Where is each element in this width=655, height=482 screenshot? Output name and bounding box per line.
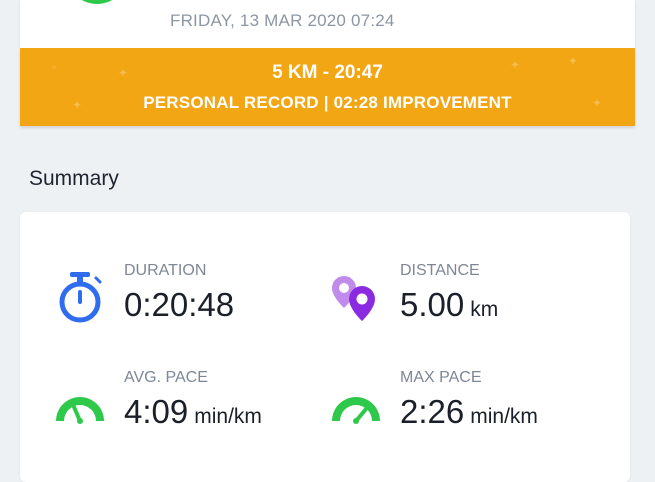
summary-card: DURATION 0:20:48 DISTANCE 5.00 km AVG. PA… [20, 212, 630, 482]
max-pace-value: 2:26 min/km [400, 393, 538, 431]
record-distance-time: 5 KM - 20:47 [272, 62, 383, 83]
speedometer-icon [56, 397, 104, 424]
distance-value: 5.00 km [400, 286, 498, 324]
avg-pace-number: 4:09 [124, 393, 189, 430]
avg-pace-value: 4:09 min/km [124, 393, 262, 431]
max-pace-label: MAX PACE [400, 369, 482, 386]
location-pins-icon [332, 276, 375, 321]
distance-label: DISTANCE [400, 262, 480, 279]
personal-record-banner[interactable]: ▫ ✦ ✦ ✦ ✦ ✦ 5 KM - 20:47 PERSONAL RECORD… [20, 48, 635, 126]
activity-badge-icon [66, 0, 128, 4]
stopwatch-icon [59, 272, 102, 323]
duration-label: DURATION [124, 262, 207, 279]
speedometer-icon [332, 397, 380, 424]
distance-unit: km [470, 298, 499, 321]
duration-value: 0:20:48 [124, 286, 234, 324]
section-title-summary: Summary [29, 167, 119, 190]
avg-pace-unit: min/km [194, 405, 262, 428]
record-improvement: PERSONAL RECORD | 02:28 IMPROVEMENT [143, 93, 512, 112]
workout-header-card: FRIDAY, 13 MAR 2020 07:24 [20, 0, 635, 48]
distance-number: 5.00 [400, 286, 465, 323]
max-pace-unit: min/km [470, 405, 538, 428]
max-pace-number: 2:26 [400, 393, 465, 430]
avg-pace-label: AVG. PACE [124, 369, 208, 386]
workout-date: FRIDAY, 13 MAR 2020 07:24 [170, 11, 395, 30]
duration-number: 0:20:48 [124, 286, 235, 323]
